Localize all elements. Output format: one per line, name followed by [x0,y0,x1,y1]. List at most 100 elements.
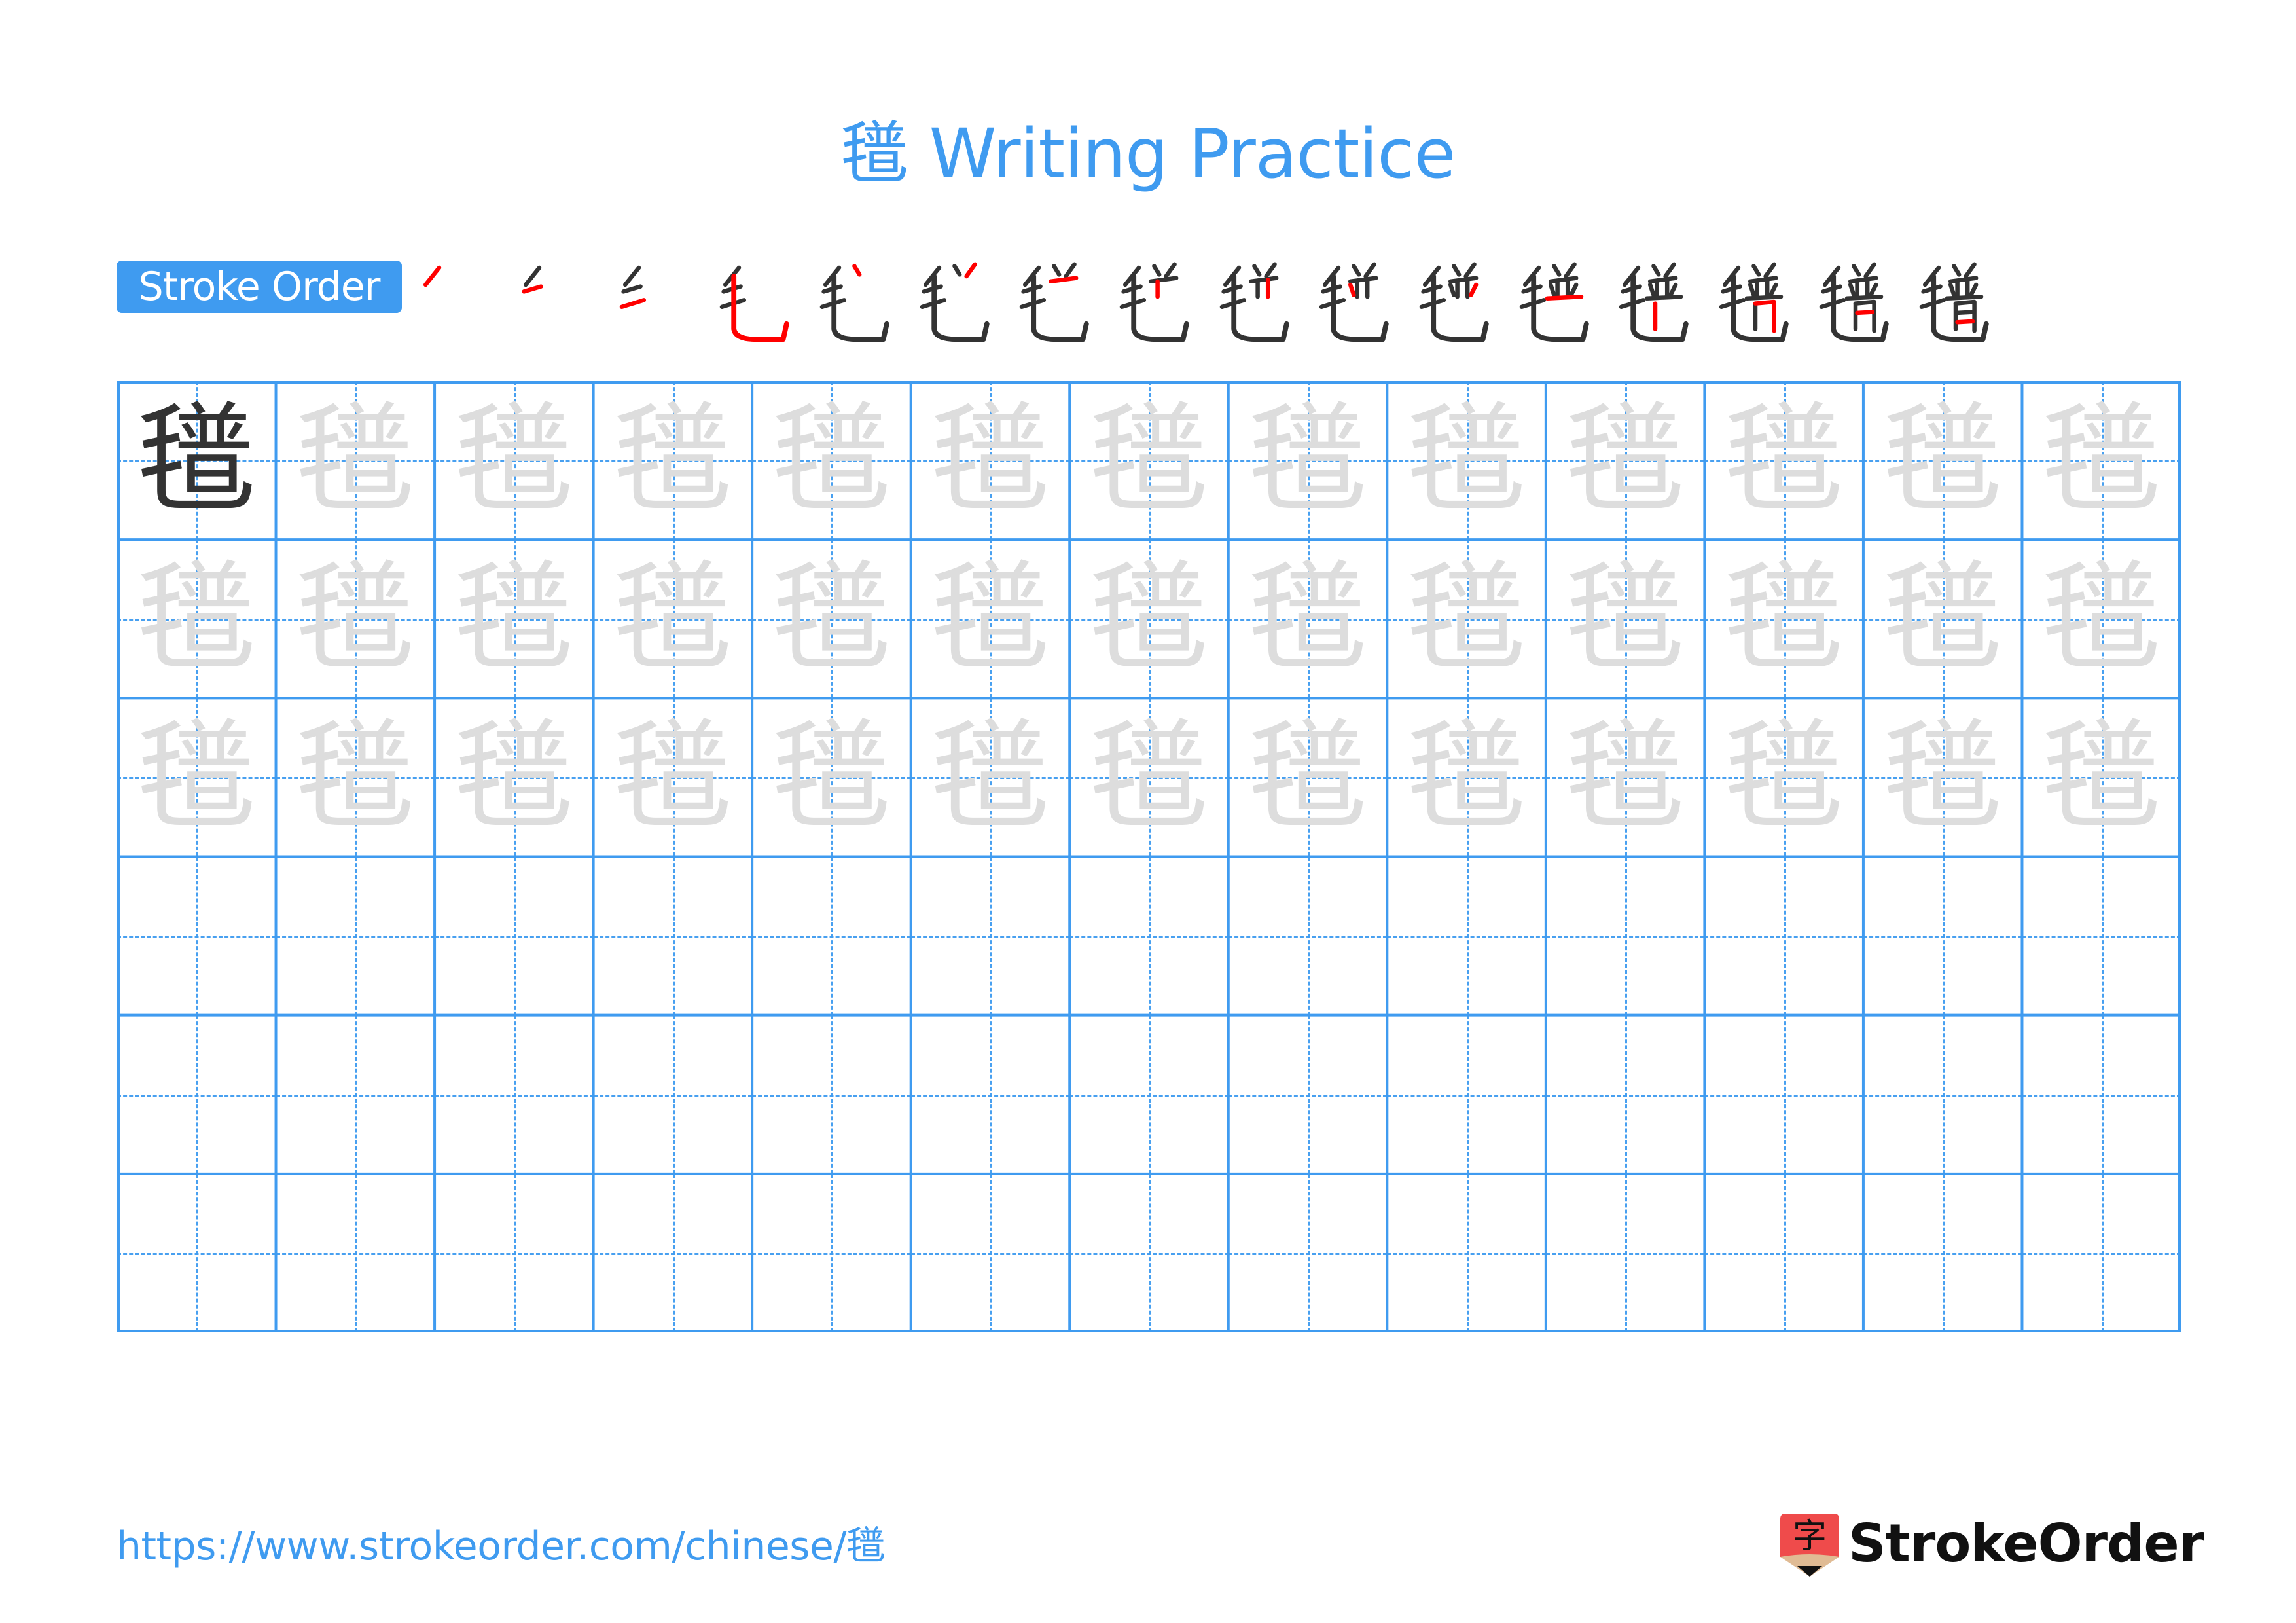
grid-cell[interactable] [1863,1015,2022,1174]
grid-cell[interactable] [1069,856,1229,1015]
grid-cell[interactable]: 氆 [276,698,435,857]
grid-cell[interactable]: 氆 [1069,381,1229,540]
stroke-step-3 [613,259,698,344]
grid-cell[interactable] [1387,1015,1546,1174]
brand-logo[interactable]: 字 StrokeOrder [1780,1506,2204,1578]
grid-cell[interactable] [1863,1173,2022,1332]
grid-cell[interactable]: 氆 [752,381,911,540]
grid-cell[interactable] [117,1015,276,1174]
grid-cell[interactable]: 氆 [1228,698,1388,857]
grid-cell[interactable]: 氆 [117,698,276,857]
grid-cell[interactable]: 氆 [1228,539,1388,699]
completed-stroke [1363,262,1377,279]
grid-cell[interactable]: 氆 [276,539,435,699]
grid-cell[interactable] [117,1173,276,1332]
grid-cell[interactable]: 氆 [593,539,753,699]
vertical-guide-line [196,1015,199,1174]
grid-cell[interactable]: 氆 [117,381,276,540]
grid-cell[interactable] [2022,1015,2181,1174]
grid-cell[interactable] [910,856,1070,1015]
grid-cell[interactable]: 氆 [1704,539,1863,699]
grid-cell[interactable]: 氆 [910,698,1070,857]
grid-cell[interactable]: 氆 [593,381,753,540]
stroke-step-glyph [1919,262,1989,342]
grid-cell[interactable] [276,1173,435,1332]
grid-cell[interactable]: 氆 [435,539,594,699]
completed-stroke [1954,310,1975,316]
grid-cell[interactable] [435,1173,594,1332]
grid-cell[interactable] [1704,1015,1863,1174]
grid-cell[interactable]: 氆 [752,539,911,699]
grid-cell[interactable] [1228,1173,1388,1332]
grid-cell[interactable]: 氆 [752,698,911,857]
grid-cell[interactable] [593,856,753,1015]
grid-cell[interactable]: 氆 [1228,381,1388,540]
grid-cell[interactable]: 氆 [1545,381,1705,540]
stroke-step-5 [814,259,899,344]
grid-cell[interactable]: 氆 [1387,539,1546,699]
grid-cell[interactable] [1863,856,2022,1015]
grid-cell[interactable]: 氆 [1704,381,1863,540]
grid-cell[interactable] [1387,856,1546,1015]
completed-stroke [1164,262,1177,279]
grid-cell[interactable]: 氆 [435,698,594,857]
grid-cell[interactable] [1387,1173,1546,1332]
grid-cell[interactable] [752,856,911,1015]
grid-cell[interactable]: 氆 [1545,698,1705,857]
grid-cell[interactable]: 氆 [435,381,594,540]
grid-cell[interactable] [276,856,435,1015]
grid-cell[interactable] [1069,1015,1229,1174]
vertical-guide-line [2101,1173,2104,1332]
grid-cell[interactable]: 氆 [1545,539,1705,699]
vertical-guide-line [196,856,199,1015]
grid-cell[interactable] [910,1015,1070,1174]
grid-cell[interactable] [1228,1015,1388,1174]
grid-cell[interactable] [1069,1173,1229,1332]
grid-cell[interactable] [1545,1173,1705,1332]
completed-stroke [1251,264,1262,277]
grid-cell[interactable]: 氆 [1863,381,2022,540]
current-stroke [423,265,442,287]
grid-cell[interactable]: 氆 [2022,381,2181,540]
grid-cell[interactable]: 氆 [1704,698,1863,857]
grid-cell[interactable] [1704,1173,1863,1332]
grid-cell[interactable] [593,1015,753,1174]
grid-cell[interactable] [1228,856,1388,1015]
grid-cell[interactable]: 氆 [1863,539,2022,699]
grid-cell[interactable] [435,856,594,1015]
grid-cell[interactable]: 氆 [117,539,276,699]
grid-cell[interactable]: 氆 [1069,698,1229,857]
grid-cell[interactable]: 氆 [593,698,753,857]
grid-cell[interactable] [593,1173,753,1332]
grid-cell[interactable]: 氆 [276,381,435,540]
grid-cell[interactable] [752,1015,911,1174]
completed-stroke [1148,276,1179,284]
grid-cell[interactable]: 氆 [910,539,1070,699]
grid-cell[interactable] [752,1173,911,1332]
grid-cell[interactable]: 氆 [910,381,1070,540]
practice-grid: 氆氆氆氆氆氆氆氆氆氆氆氆氆氆氆氆氆氆氆氆氆氆氆氆氆氆氆氆氆氆氆氆氆氆氆氆氆氆氆 [117,381,2181,1332]
grid-cell[interactable] [1545,856,1705,1015]
grid-cell[interactable] [2022,1173,2181,1332]
vertical-guide-line [990,856,992,1015]
grid-cell[interactable]: 氆 [1863,698,2022,857]
grid-cell[interactable] [276,1015,435,1174]
grid-cell[interactable]: 氆 [2022,539,2181,699]
grid-cell[interactable] [2022,856,2181,1015]
trace-character: 氆 [137,708,257,847]
grid-cell[interactable]: 氆 [1069,539,1229,699]
grid-cell[interactable]: 氆 [1387,698,1546,857]
trace-character: 氆 [613,549,732,689]
grid-cell[interactable]: 氆 [1387,381,1546,540]
grid-cell[interactable] [1545,1015,1705,1174]
completed-stroke [1651,264,1661,277]
footer-url-link[interactable]: https://www.strokeorder.com/chinese/氆 [117,1520,886,1573]
grid-cell[interactable] [1704,856,1863,1015]
completed-stroke [1152,264,1162,277]
vertical-guide-line [355,1015,357,1174]
stroke-step-8 [1113,259,1198,344]
grid-cell[interactable]: 氆 [2022,698,2181,857]
grid-cell[interactable] [435,1015,594,1174]
grid-cell[interactable] [910,1173,1070,1332]
grid-cell[interactable] [117,856,276,1015]
